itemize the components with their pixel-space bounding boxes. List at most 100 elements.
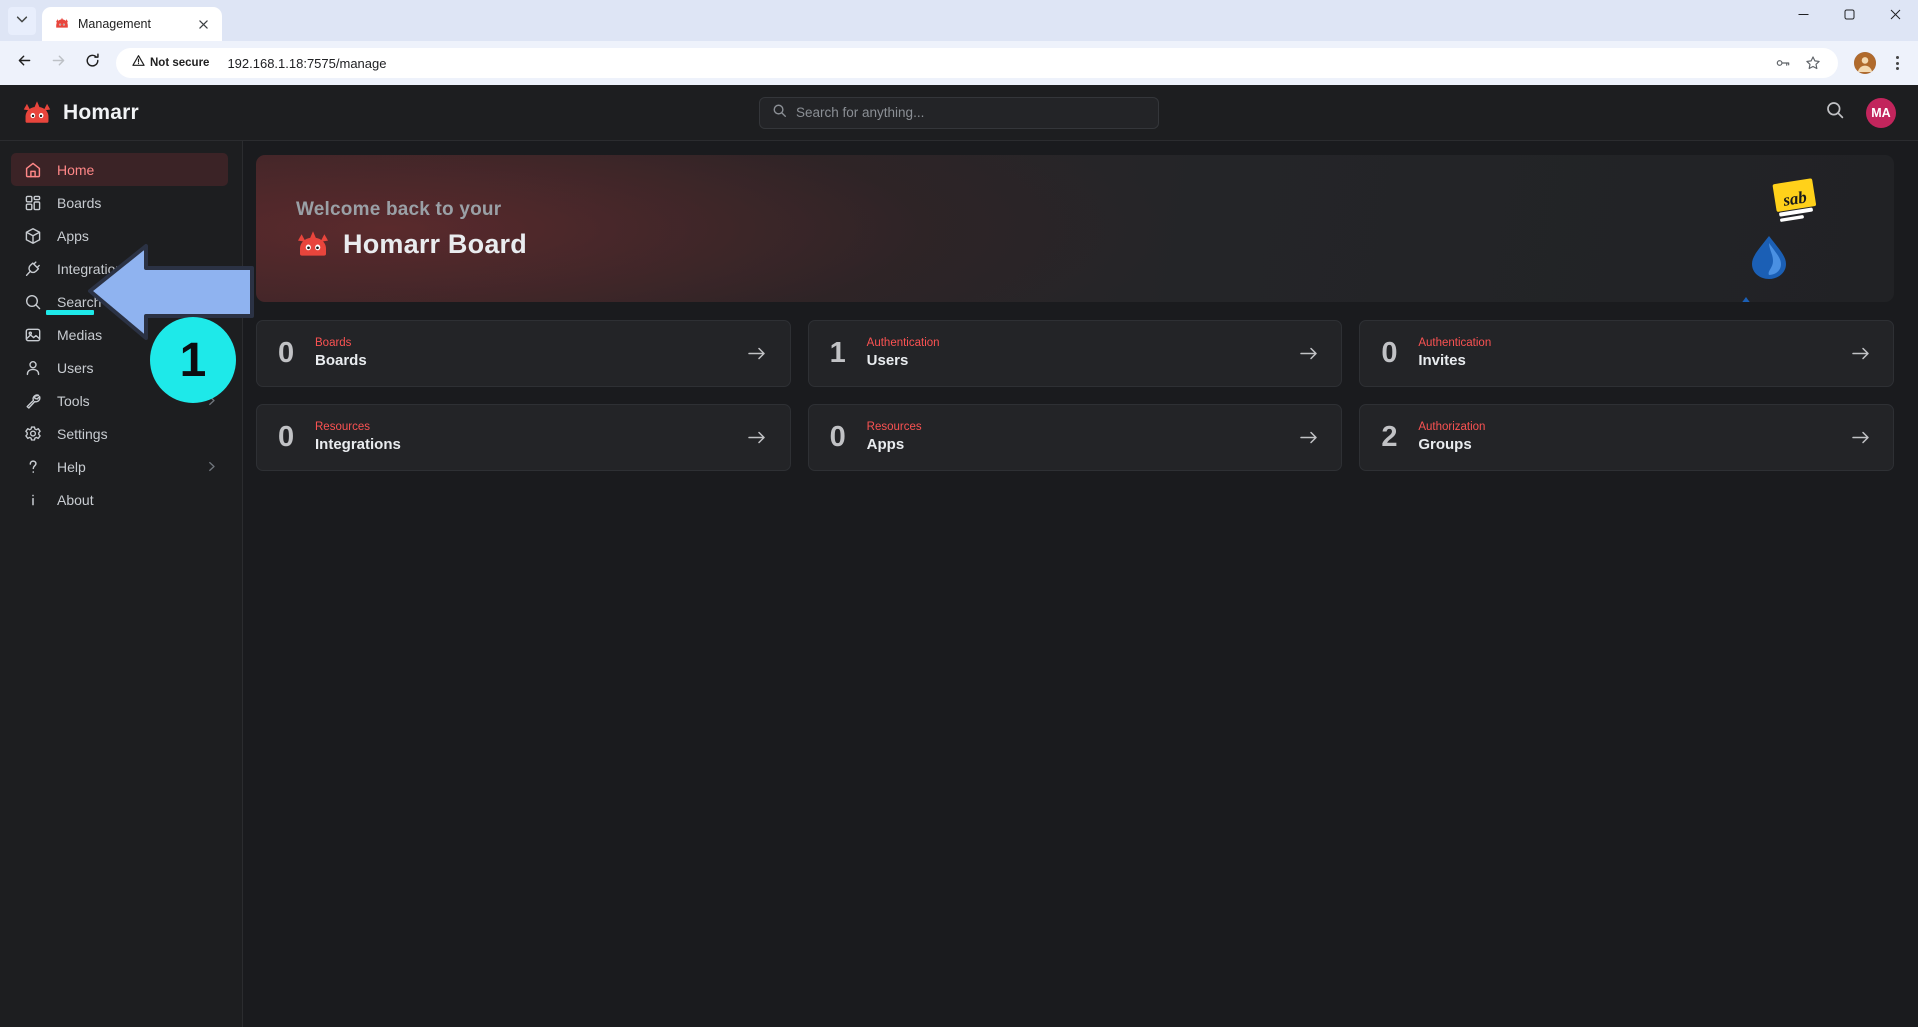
- search-icon: [23, 292, 42, 311]
- search-icon: [772, 103, 787, 123]
- address-bar[interactable]: Not secure 192.168.1.18:7575/manage: [116, 48, 1838, 78]
- sidebar-item-label: About: [57, 491, 94, 508]
- sidebar-item-boards[interactable]: Boards: [11, 186, 228, 219]
- close-icon[interactable]: [194, 15, 212, 33]
- sidebar-item-help[interactable]: Help: [11, 450, 228, 483]
- search-input[interactable]: Search for anything...: [759, 96, 1159, 129]
- stat-label: Groups: [1418, 436, 1472, 454]
- stat-label: Invites: [1418, 352, 1466, 370]
- sidebar-item-label: Boards: [57, 194, 102, 211]
- welcome-subtitle: Welcome back to your: [296, 199, 502, 220]
- stat-label: Boards: [315, 352, 367, 370]
- arrow-right-icon: [1849, 343, 1871, 365]
- stat-texts: Authentication Users: [867, 337, 940, 369]
- main-content: Welcome back to your Homarr Board sab 0 …: [243, 141, 1918, 1027]
- stat-card-boards[interactable]: 0 Boards Boards: [256, 320, 791, 387]
- user-avatar[interactable]: MA: [1866, 97, 1896, 128]
- forward-button[interactable]: [42, 47, 74, 79]
- sidebar-item-label: Help: [57, 458, 86, 475]
- password-key-icon[interactable]: [1770, 50, 1796, 76]
- wrench-icon: [23, 391, 42, 410]
- stat-card-apps[interactable]: 0 Resources Apps: [807, 404, 1343, 471]
- browser-profile-avatar[interactable]: [1854, 52, 1876, 74]
- back-button[interactable]: [8, 47, 40, 79]
- kebab-menu-icon[interactable]: [1884, 50, 1910, 76]
- brand-home-link[interactable]: Homarr: [22, 100, 260, 126]
- user-icon: [23, 358, 42, 377]
- minimize-icon: [1798, 7, 1809, 25]
- photo-icon: [23, 325, 42, 344]
- header-search-button[interactable]: [1822, 100, 1848, 126]
- chevron-right-icon: [204, 460, 218, 474]
- reload-button[interactable]: [76, 47, 108, 79]
- welcome-title-row: Homarr Board: [296, 229, 1894, 260]
- sidebar-item-label: Settings: [57, 425, 108, 442]
- sidebar-item-about[interactable]: About: [11, 483, 228, 516]
- stat-count: 0: [278, 421, 295, 453]
- stat-count: 0: [829, 421, 846, 453]
- browser-tabstrip: Management: [0, 0, 1918, 41]
- welcome-title: Homarr Board: [343, 229, 527, 259]
- stat-texts: Authorization Groups: [1418, 421, 1485, 453]
- sidebar-item-apps[interactable]: Apps: [11, 219, 228, 252]
- stat-category: Authorization: [1418, 421, 1486, 434]
- tab-search-button[interactable]: [8, 7, 36, 35]
- boards-grid-icon: [23, 193, 42, 212]
- app-icon-dot-blue: [1734, 295, 1758, 302]
- sidebar-item-tools[interactable]: Tools: [11, 384, 228, 417]
- stat-category: Authentication: [866, 337, 940, 350]
- stat-label: Integrations: [315, 436, 401, 454]
- homarr-icon: [54, 16, 70, 32]
- welcome-banner: Welcome back to your Homarr Board sab: [256, 155, 1894, 302]
- minimize-button[interactable]: [1780, 0, 1826, 32]
- stats-grid: 0 Boards Boards 1 Authentication Users 0…: [256, 320, 1894, 471]
- sidebar-item-medias[interactable]: Medias: [11, 318, 228, 351]
- stat-category: Resources: [866, 421, 922, 434]
- sidebar-item-label: Search engines: [57, 293, 155, 310]
- sidebar-item-label: Integrations: [57, 260, 131, 277]
- cube-icon: [23, 226, 42, 245]
- stat-count: 1: [829, 337, 846, 369]
- arrow-right-icon: [746, 427, 768, 449]
- sidebar-item-label: Tools: [57, 392, 90, 409]
- sidebar-item-label: Apps: [57, 227, 89, 244]
- sidebar-item-integrations[interactable]: Integrations: [11, 252, 228, 285]
- search-placeholder: Search for anything...: [796, 105, 925, 120]
- home-icon: [23, 160, 42, 179]
- maximize-icon: [1844, 7, 1855, 25]
- stat-texts: Resources Apps: [867, 421, 922, 453]
- homarr-logo-icon: [22, 100, 52, 126]
- arrow-right-icon: [746, 343, 768, 365]
- close-window-button[interactable]: [1872, 0, 1918, 32]
- sidebar-item-label: Users: [57, 359, 94, 376]
- stat-card-groups[interactable]: 2 Authorization Groups: [1359, 404, 1894, 471]
- stat-card-integrations[interactable]: 0 Resources Integrations: [256, 404, 791, 471]
- stat-count: 0: [278, 337, 295, 369]
- window-controls: [1780, 0, 1918, 41]
- chevron-down-icon: [15, 12, 29, 31]
- header-actions: MA: [1822, 97, 1896, 128]
- gear-icon: [23, 424, 42, 443]
- maximize-button[interactable]: [1826, 0, 1872, 32]
- homarr-logo-icon: [296, 230, 330, 259]
- question-mark-icon: [23, 457, 42, 476]
- app-header: Homarr Search for anything... MA: [0, 85, 1918, 141]
- stat-category: Resources: [315, 421, 370, 434]
- search-icon: [1825, 100, 1845, 125]
- star-icon[interactable]: [1800, 50, 1826, 76]
- sidebar-item-users[interactable]: Users: [11, 351, 228, 384]
- app-body: Home Boards Apps Integrations Search eng…: [0, 141, 1918, 1027]
- browser-tab[interactable]: Management: [42, 7, 222, 41]
- reload-icon: [84, 52, 101, 74]
- stat-card-invites[interactable]: 0 Authentication Invites: [1359, 320, 1894, 387]
- sidebar-item-search-engines[interactable]: Search engines: [11, 285, 228, 318]
- sidebar-item-home[interactable]: Home: [11, 153, 228, 186]
- sidebar-item-settings[interactable]: Settings: [11, 417, 228, 450]
- chevron-right-icon: [204, 361, 218, 375]
- arrow-right-icon: [1849, 427, 1871, 449]
- stat-count: 0: [1381, 337, 1398, 369]
- stat-card-users[interactable]: 1 Authentication Users: [807, 320, 1343, 387]
- arrow-right-icon: [1297, 343, 1319, 365]
- security-status[interactable]: Not secure: [126, 51, 217, 75]
- info-icon: [23, 490, 42, 509]
